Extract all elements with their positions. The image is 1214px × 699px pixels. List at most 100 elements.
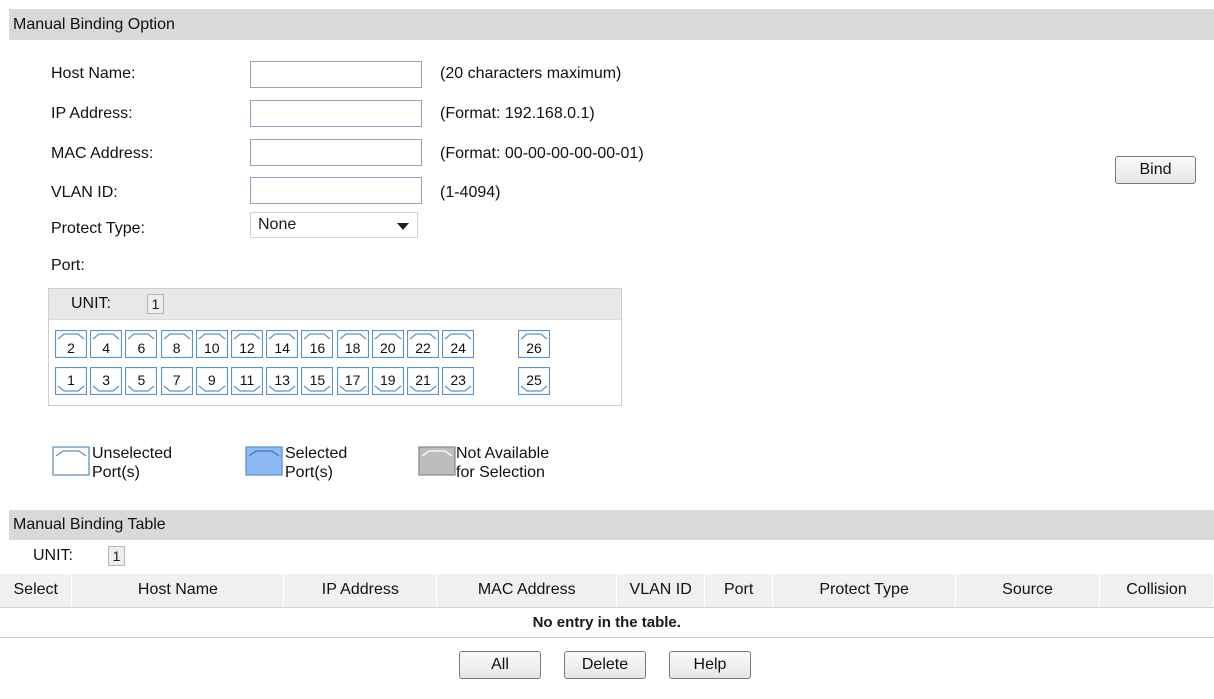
protect-type-select[interactable]: None — [250, 212, 418, 238]
port-number: 6 — [137, 340, 146, 356]
table-header-row: Select Host Name IP Address MAC Address … — [0, 574, 1214, 608]
mac-address-label: MAC Address: — [51, 145, 154, 162]
empty-row: No entry in the table. — [0, 607, 1214, 638]
port-20[interactable]: 20 — [371, 330, 404, 358]
port-number: 1 — [67, 372, 75, 388]
port-number: 9 — [207, 372, 216, 388]
bind-button[interactable]: Bind — [1115, 156, 1196, 184]
port-23[interactable]: 23 — [442, 367, 475, 395]
port-7[interactable]: 7 — [160, 367, 193, 395]
port-number: 25 — [526, 372, 542, 388]
manual-binding-table-header: Manual Binding Table — [9, 510, 1214, 540]
port-number: 21 — [415, 372, 431, 388]
mac-address-input[interactable] — [250, 139, 422, 166]
host-name-input[interactable] — [250, 61, 422, 88]
port-10[interactable]: 10 — [195, 330, 228, 358]
legend-selected-text: Selected Port(s) — [285, 445, 348, 481]
ip-address-hint: (Format: 192.168.0.1) — [440, 105, 595, 122]
binding-table: Select Host Name IP Address MAC Address … — [0, 574, 1214, 638]
ip-address-label: IP Address: — [51, 105, 133, 122]
host-name-label: Host Name: — [51, 65, 136, 82]
vlan-id-label: VLAN ID: — [51, 184, 118, 201]
port-9[interactable]: 9 — [195, 367, 228, 395]
port-number: 26 — [526, 340, 542, 356]
port-17[interactable]: 17 — [336, 367, 369, 395]
port-13[interactable]: 13 — [266, 367, 299, 395]
port-4[interactable]: 4 — [90, 330, 123, 358]
port-25[interactable]: 25 — [518, 367, 550, 395]
port-19[interactable]: 19 — [371, 367, 404, 395]
selected-port-icon — [245, 446, 283, 476]
port-number: 11 — [239, 372, 255, 388]
protect-type-label: Protect Type: — [51, 220, 145, 237]
port-number: 8 — [172, 340, 181, 356]
all-button[interactable]: All — [459, 651, 541, 679]
col-source: Source — [955, 574, 1100, 608]
ip-address-input[interactable] — [250, 100, 422, 127]
section-title: Manual Binding Option — [13, 16, 175, 33]
empty-message: No entry in the table. — [0, 607, 1214, 638]
port-5[interactable]: 5 — [125, 367, 158, 395]
port-number: 18 — [344, 340, 361, 356]
section-title: Manual Binding Table — [13, 516, 166, 533]
host-name-hint: (20 characters maximum) — [440, 65, 622, 82]
port-18[interactable]: 18 — [336, 330, 369, 358]
port-8[interactable]: 8 — [160, 330, 193, 358]
port-number: 14 — [274, 340, 290, 356]
port-3[interactable]: 3 — [90, 367, 123, 395]
help-button[interactable]: Help — [669, 651, 751, 679]
col-ip-address: IP Address — [283, 574, 438, 608]
port-number: 5 — [137, 372, 146, 388]
table-unit-selector[interactable]: 1 — [108, 546, 125, 566]
port-label: Port: — [51, 257, 85, 274]
port-number: 12 — [239, 340, 255, 356]
port-16[interactable]: 16 — [301, 330, 334, 358]
manual-binding-option-header: Manual Binding Option — [9, 9, 1214, 40]
port-number: 24 — [450, 340, 466, 356]
port-panel-header: UNIT: 1 — [49, 289, 621, 320]
port-6[interactable]: 6 — [125, 330, 158, 358]
vlan-id-hint: (1-4094) — [440, 184, 501, 201]
col-vlan-id: VLAN ID — [616, 574, 706, 608]
unselected-port-icon — [52, 446, 90, 476]
port-number: 2 — [67, 340, 75, 356]
port-number: 16 — [309, 340, 326, 356]
col-port: Port — [704, 574, 774, 608]
port-number: 7 — [172, 372, 181, 388]
port-number: 23 — [450, 372, 466, 388]
col-host-name: Host Name — [71, 574, 285, 608]
port-number: 20 — [380, 340, 396, 356]
port-14[interactable]: 14 — [266, 330, 299, 358]
port-12[interactable]: 12 — [231, 330, 263, 358]
unit-selector[interactable]: 1 — [147, 294, 164, 314]
protect-type-value: None — [258, 216, 297, 233]
legend-unselected-text: Unselected Port(s) — [92, 445, 173, 481]
dropdown-arrow-icon — [397, 223, 409, 230]
vlan-id-input[interactable] — [250, 177, 422, 204]
port-26[interactable]: 26 — [518, 330, 550, 358]
port-number: 10 — [204, 340, 220, 356]
port-22[interactable]: 22 — [407, 330, 439, 358]
port-number: 13 — [274, 372, 290, 388]
legend-not-available-text: Not Available for Selection — [456, 445, 550, 481]
col-collision: Collision — [1099, 574, 1214, 608]
delete-button[interactable]: Delete — [564, 651, 646, 679]
port-number: 15 — [309, 372, 326, 388]
port-1[interactable]: 1 — [55, 367, 87, 395]
port-11[interactable]: 11 — [231, 367, 263, 395]
port-number: 17 — [344, 372, 361, 388]
port-number: 4 — [102, 340, 111, 356]
col-protect-type: Protect Type — [772, 574, 957, 608]
col-select: Select — [0, 574, 73, 608]
table-unit-label: UNIT: — [33, 547, 73, 564]
mac-address-hint: (Format: 00-00-00-00-00-01) — [440, 145, 644, 162]
port-panel: UNIT: 1 2 4 6 8 10 12 14 16 18 20 22 24 26 1 3 5 7 9 11 13… — [48, 288, 622, 406]
port-21[interactable]: 21 — [407, 367, 439, 395]
port-2[interactable]: 2 — [55, 330, 87, 358]
unit-label: UNIT: — [71, 295, 111, 312]
port-number: 3 — [102, 372, 111, 388]
port-24[interactable]: 24 — [442, 330, 475, 358]
unavailable-port-icon — [418, 446, 456, 476]
port-15[interactable]: 15 — [301, 367, 334, 395]
port-number: 22 — [415, 340, 431, 356]
